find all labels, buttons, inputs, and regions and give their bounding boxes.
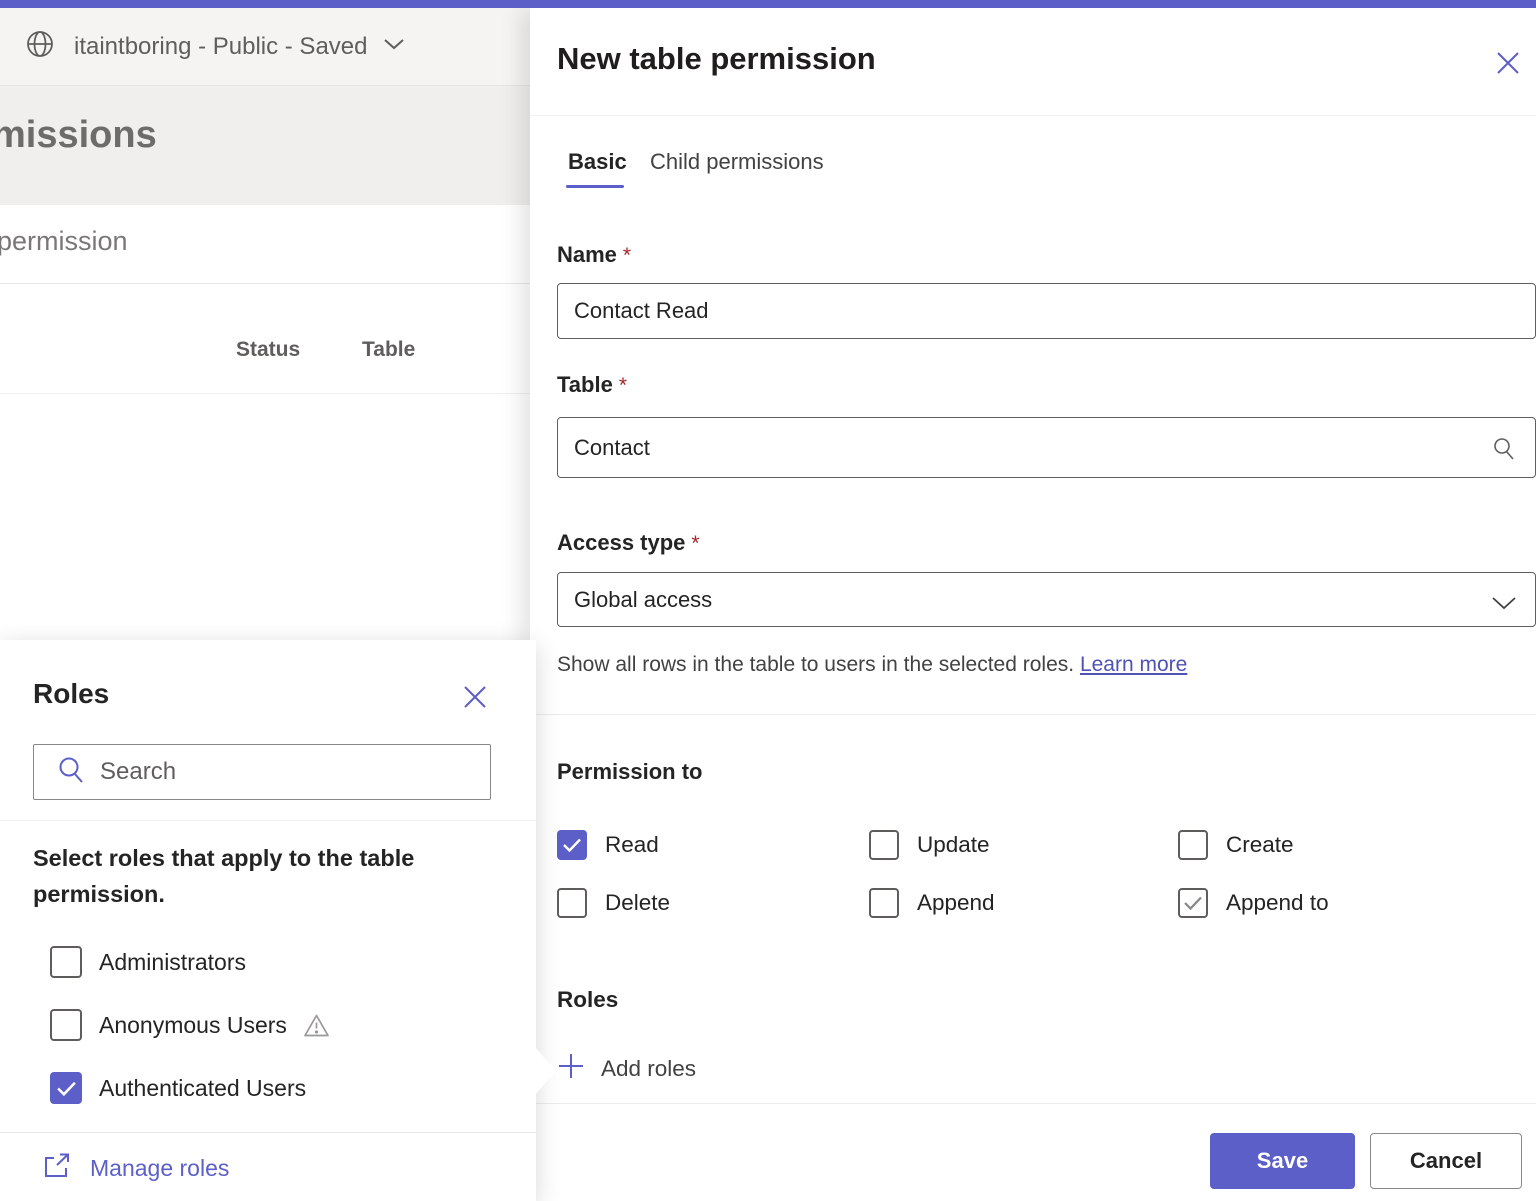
learn-more-link[interactable]: Learn more (1080, 653, 1187, 676)
column-header-status[interactable]: Status (236, 338, 300, 362)
panel-title: New table permission (557, 41, 876, 77)
checkbox-delete[interactable]: Delete (557, 888, 670, 918)
checkbox-create[interactable]: Create (1178, 830, 1294, 860)
roles-flyout: Roles Select roles that apply to the tab… (0, 640, 536, 1201)
roles-section-label: Roles (557, 987, 618, 1013)
checkbox-box[interactable] (557, 830, 587, 860)
table-label: Table* (557, 372, 627, 398)
access-type-helper: Show all rows in the table to users in t… (557, 653, 1187, 677)
toolbar-button-clipped[interactable]: permission (0, 226, 128, 257)
checkbox-box[interactable] (50, 1009, 82, 1041)
required-asterisk: * (619, 374, 627, 397)
role-checkbox-anonymous-users[interactable]: Anonymous Users (50, 1009, 330, 1041)
required-asterisk: * (623, 244, 631, 267)
checkbox-box[interactable] (869, 888, 899, 918)
active-tab-indicator (566, 185, 624, 188)
checkbox-box[interactable] (50, 946, 82, 978)
chevron-down-icon[interactable] (383, 37, 405, 56)
manage-roles-link[interactable]: Manage roles (42, 1152, 229, 1185)
roles-search-box[interactable] (33, 744, 491, 800)
external-link-icon (42, 1152, 72, 1185)
checkbox-box[interactable] (50, 1072, 82, 1104)
table-header-divider (0, 393, 530, 394)
checkbox-read[interactable]: Read (557, 830, 659, 860)
flyout-footer-divider (0, 1132, 536, 1133)
brand-top-strip (0, 0, 1536, 8)
search-icon[interactable] (1491, 436, 1517, 468)
panel-header-divider (530, 115, 1536, 116)
checkbox-box[interactable] (1178, 830, 1208, 860)
plus-icon (557, 1052, 585, 1085)
flyout-divider (0, 820, 536, 821)
column-header-table[interactable]: Table (362, 338, 415, 362)
access-type-dropdown[interactable]: Global access (557, 572, 1536, 627)
role-checkbox-authenticated-users[interactable]: Authenticated Users (50, 1072, 306, 1104)
tab-child-permissions[interactable]: Child permissions (650, 149, 824, 175)
role-checkbox-administrators[interactable]: Administrators (50, 946, 246, 978)
table-lookup-field[interactable]: Contact (557, 417, 1536, 478)
name-field[interactable] (557, 283, 1536, 339)
access-type-label: Access type* (557, 530, 700, 556)
flyout-description: Select roles that apply to the table per… (33, 840, 463, 912)
page-title-band: missions (0, 86, 530, 205)
toolbar-divider (0, 283, 530, 284)
site-selector-label[interactable]: itaintboring - Public - Saved (74, 33, 367, 61)
add-roles-button[interactable]: Add roles (557, 1052, 696, 1085)
search-icon (56, 755, 86, 790)
warning-icon (303, 1013, 330, 1038)
footer-divider (530, 1103, 1536, 1104)
flyout-beak (535, 1047, 556, 1095)
close-icon[interactable] (1493, 48, 1523, 78)
checkbox-append[interactable]: Append (869, 888, 995, 918)
required-asterisk: * (691, 532, 699, 555)
new-table-permission-panel: New table permission Basic Child permiss… (530, 8, 1536, 1201)
close-icon[interactable] (460, 682, 490, 712)
checkbox-box[interactable] (557, 888, 587, 918)
search-input[interactable] (100, 758, 470, 786)
flyout-title: Roles (33, 678, 109, 710)
checkbox-box[interactable] (869, 830, 899, 860)
permission-to-label: Permission to (557, 759, 702, 785)
checkbox-append-to[interactable]: Append to (1178, 888, 1329, 918)
chevron-down-icon[interactable] (1491, 591, 1517, 617)
section-divider (530, 714, 1536, 715)
checkbox-box[interactable] (1178, 888, 1208, 918)
page-title-clipped: missions (0, 114, 157, 157)
name-label: Name* (557, 242, 631, 268)
checkbox-update[interactable]: Update (869, 830, 990, 860)
tab-basic[interactable]: Basic (568, 149, 627, 175)
cancel-button[interactable]: Cancel (1370, 1133, 1522, 1189)
globe-icon (24, 28, 56, 65)
save-button[interactable]: Save (1210, 1133, 1355, 1189)
